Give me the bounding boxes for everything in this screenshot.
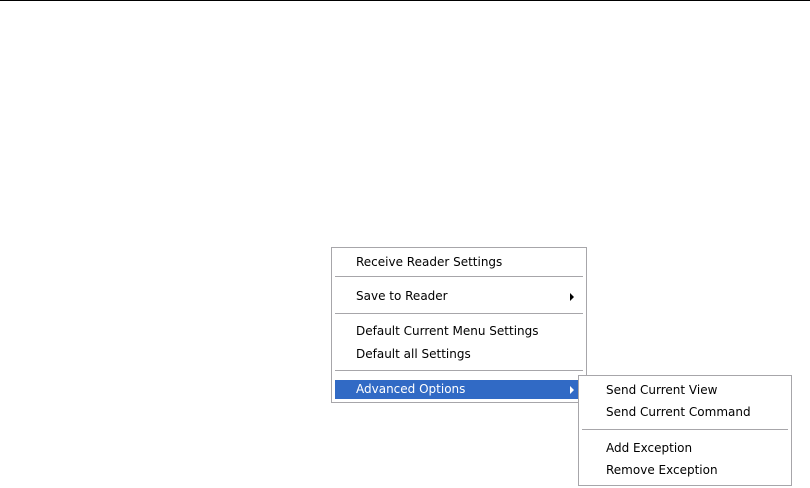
- menu-separator: [335, 313, 583, 314]
- menu-item-label: Send Current Command: [606, 405, 751, 419]
- menu-item-add-exception[interactable]: Add Exception: [582, 439, 788, 458]
- menu-item-label: Advanced Options: [356, 382, 466, 396]
- menu-item-label: Send Current View: [606, 383, 718, 397]
- menu-separator: [335, 370, 583, 371]
- chevron-right-icon: [570, 293, 574, 301]
- menu-item-send-current-view[interactable]: Send Current View: [582, 381, 788, 400]
- menu-item-send-current-command[interactable]: Send Current Command: [582, 403, 788, 422]
- menu-item-label: Receive Reader Settings: [356, 255, 503, 269]
- menu-item-label: Remove Exception: [606, 463, 718, 477]
- advanced-options-submenu: Send Current View Send Current Command A…: [578, 375, 792, 486]
- menu-item-save-to-reader[interactable]: Save to Reader: [335, 287, 583, 306]
- menu-item-label: Save to Reader: [356, 289, 448, 303]
- menu-item-advanced-options[interactable]: Advanced Options: [335, 380, 583, 399]
- context-menu: Receive Reader Settings Save to Reader D…: [331, 247, 587, 403]
- menu-item-default-all-settings[interactable]: Default all Settings: [335, 345, 583, 364]
- menu-item-label: Default all Settings: [356, 347, 471, 361]
- menu-item-default-current-menu-settings[interactable]: Default Current Menu Settings: [335, 322, 583, 341]
- menu-item-label: Default Current Menu Settings: [356, 324, 539, 338]
- chevron-right-icon: [570, 386, 574, 394]
- menu-item-label: Add Exception: [606, 441, 693, 455]
- menu-item-remove-exception[interactable]: Remove Exception: [582, 461, 788, 480]
- menu-separator: [335, 276, 583, 277]
- top-divider-line: [0, 0, 810, 1]
- menu-item-receive-reader-settings[interactable]: Receive Reader Settings: [335, 253, 583, 272]
- menu-separator: [582, 429, 788, 430]
